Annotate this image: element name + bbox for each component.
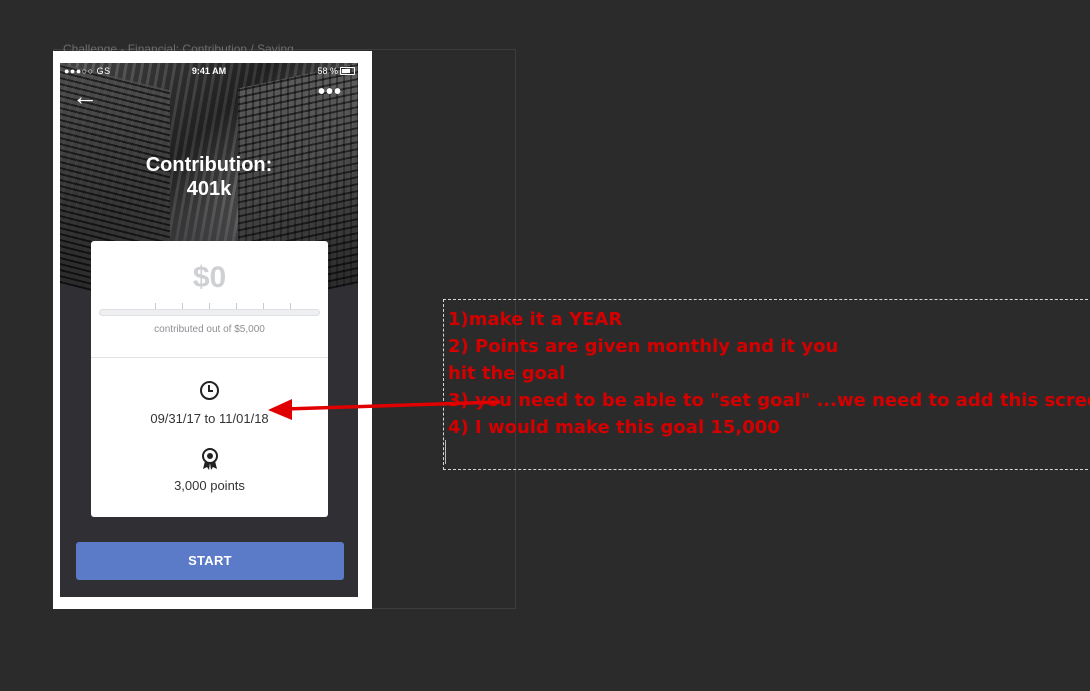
annotation-line: 3) you need to be able to "set goal" ...… <box>448 390 1090 411</box>
progress-bar <box>99 309 320 316</box>
challenge-card: $0 contributed out of $5,000 09/31/17 to… <box>91 241 328 517</box>
card-divider <box>91 357 328 358</box>
annotation-line: 4) I would make this goal 15,000 <box>448 417 780 438</box>
date-range: 09/31/17 to 11/01/18 <box>150 411 269 426</box>
contributed-caption: contributed out of $5,000 <box>154 324 265 335</box>
battery-icon <box>340 67 355 75</box>
start-button[interactable]: START <box>76 542 344 580</box>
annotation-line: 2) Points are given monthly and it you <box>448 336 839 357</box>
annotation-text[interactable]: 1)make it a YEAR 2) Points are given mon… <box>448 306 1090 441</box>
back-arrow-icon[interactable]: ← <box>72 83 102 109</box>
page-title-line2: 401k <box>186 178 232 200</box>
points-reward: 3,000 points <box>174 478 245 493</box>
battery-percent: 58 % <box>317 66 338 76</box>
page-title-line1: Contribution: <box>145 154 273 176</box>
award-icon <box>202 448 218 470</box>
status-bar: ●●●○○ GS 9:41 AM 58 % <box>60 63 358 79</box>
phone-screen: ●●●○○ GS 9:41 AM 58 % ← ••• Contribution… <box>60 63 358 597</box>
more-dots-icon[interactable]: ••• <box>318 82 348 103</box>
text-cursor <box>445 440 446 464</box>
status-time: 9:41 AM <box>191 66 227 76</box>
page-title: Contribution: 401k <box>60 153 358 201</box>
annotation-line: 1)make it a YEAR <box>448 309 623 330</box>
contributed-amount: $0 <box>192 261 227 294</box>
annotation-line: hit the goal <box>448 363 566 384</box>
clock-icon <box>200 381 219 400</box>
